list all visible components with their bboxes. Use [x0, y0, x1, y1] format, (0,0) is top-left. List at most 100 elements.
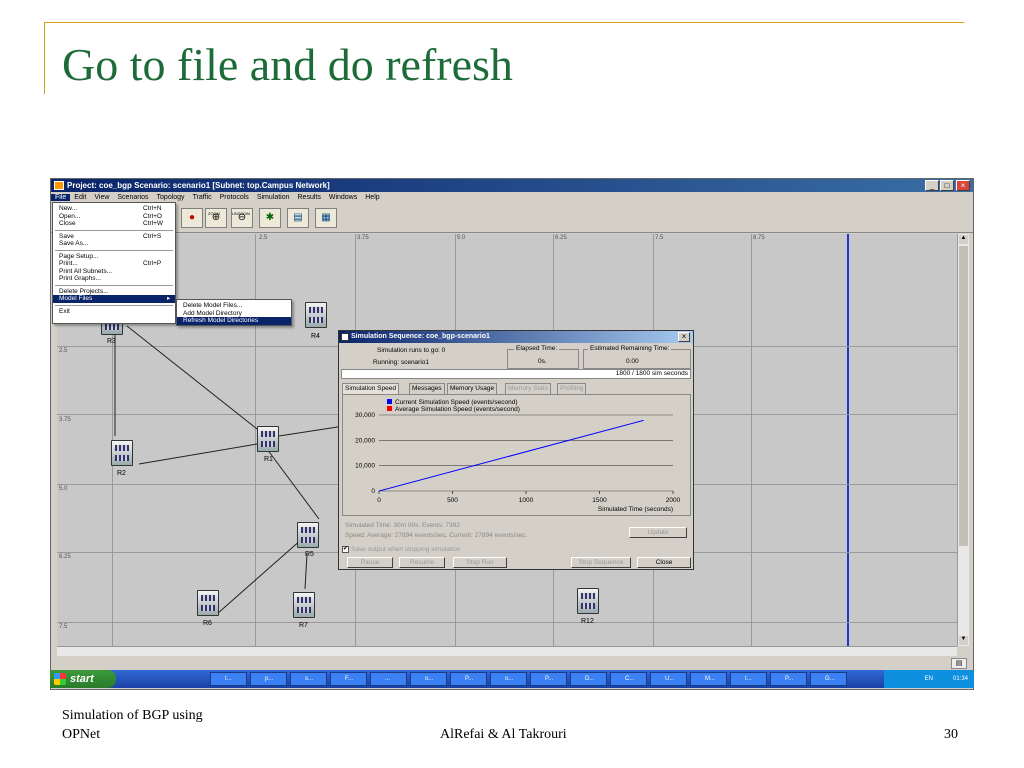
- menu-item-print-all-subnets[interactable]: Print All Subnets...: [53, 268, 175, 276]
- menu-results[interactable]: Results: [294, 194, 325, 201]
- menu-help[interactable]: Help: [361, 194, 383, 201]
- dialog-close-icon[interactable]: ×: [678, 332, 690, 342]
- taskbar-item[interactable]: o...: [410, 672, 447, 686]
- tab-messages[interactable]: Messages: [409, 383, 445, 394]
- taskbar-item[interactable]: D...: [570, 672, 607, 686]
- tab-simulation-speed[interactable]: Simulation Speed: [342, 383, 399, 394]
- menu-scenarios[interactable]: Scenarios: [113, 194, 152, 201]
- taskbar-item[interactable]: p...: [250, 672, 287, 686]
- menu-topology[interactable]: Topology: [153, 194, 189, 201]
- menu-view[interactable]: View: [90, 194, 113, 201]
- router-node-r6[interactable]: [197, 590, 219, 616]
- taskbar-item[interactable]: ...: [370, 672, 407, 686]
- failure-icon[interactable]: ●: [181, 208, 203, 228]
- menu-item-delete-projects[interactable]: Delete Projects...: [53, 288, 175, 296]
- menu-item-open[interactable]: Open... Ctrl+O: [53, 213, 175, 221]
- tab-memory-stats[interactable]: Memory Stats: [505, 383, 552, 394]
- stop-sequence-button[interactable]: Stop Sequence: [571, 557, 631, 568]
- taskbar-item[interactable]: s...: [290, 672, 327, 686]
- menu-traffic[interactable]: Traffic: [189, 194, 216, 201]
- save-output-checkbox[interactable]: ✔: [342, 546, 349, 553]
- remaining-group: Estimated Remaining Time: 0.00: [583, 345, 691, 369]
- x-axis-label: Simulated Time (seconds): [598, 506, 673, 513]
- node-label: R7: [299, 622, 308, 629]
- taskbar-item[interactable]: I...: [210, 672, 247, 686]
- footer-center: AlRefai & Al Takrouri: [440, 727, 567, 742]
- menu-item-page-setup[interactable]: Page Setup...: [53, 253, 175, 261]
- remaining-label: Estimated Remaining Time:: [588, 345, 672, 352]
- menu-item-label: Exit: [59, 307, 70, 315]
- menu-simulation[interactable]: Simulation: [253, 194, 294, 201]
- router-node-r1[interactable]: [257, 426, 279, 452]
- router-node-r4[interactable]: [305, 302, 327, 328]
- unzoom-icon[interactable]: UNZOOM ⊖: [231, 208, 253, 228]
- submenu-item-refresh-model-directories[interactable]: Refresh Model Directories: [177, 317, 291, 325]
- taskbar-item[interactable]: F...: [330, 672, 367, 686]
- accent-line-left: [44, 22, 45, 94]
- footer-left-line1: Simulation of BGP using: [62, 708, 203, 723]
- configure-sim-icon[interactable]: ✱: [259, 208, 281, 228]
- router-node-r5[interactable]: [297, 522, 319, 548]
- close-button[interactable]: Close: [637, 557, 691, 568]
- taskbar-item[interactable]: U...: [650, 672, 687, 686]
- menu-windows[interactable]: Windows: [325, 194, 361, 201]
- menu-item-save[interactable]: Save Ctrl+S: [53, 233, 175, 241]
- menu-item-shortcut: Ctrl+W: [143, 220, 164, 227]
- taskbar-item[interactable]: P...: [450, 672, 487, 686]
- submenu-item-delete-model-files[interactable]: Delete Model Files...: [177, 302, 291, 310]
- taskbar-item[interactable]: P...: [770, 672, 807, 686]
- menu-item-label: Save: [59, 232, 74, 240]
- toolbar: ● ZOOM ⊕ UNZOOM ⊖ ✱ ▤ ▦: [51, 203, 973, 233]
- web-report-icon[interactable]: ▦: [315, 208, 337, 228]
- update-button[interactable]: Update: [629, 527, 687, 538]
- tab-profiling[interactable]: Profiling: [557, 383, 587, 394]
- speed-chart: 0 10,000 20,000 30,000 0 500 1000 1500 2000 Simul…: [355, 399, 681, 513]
- menu-edit[interactable]: Edit: [70, 194, 90, 201]
- start-button[interactable]: start: [50, 670, 116, 688]
- maximize-icon[interactable]: □: [940, 180, 954, 191]
- taskbar-item[interactable]: P...: [530, 672, 567, 686]
- taskbar-item[interactable]: C...: [610, 672, 647, 686]
- language-indicator[interactable]: EN: [925, 676, 933, 682]
- scroll-up-icon[interactable]: ▲: [959, 235, 968, 244]
- taskbar-item[interactable]: o...: [490, 672, 527, 686]
- scroll-thumb[interactable]: [959, 246, 968, 546]
- menu-item-print-graphs[interactable]: Print Graphs...: [53, 275, 175, 283]
- tab-memory-usage[interactable]: Memory Usage: [447, 383, 498, 394]
- menu-item-label: Print All Subnets...: [59, 267, 113, 275]
- pause-button[interactable]: Pause: [347, 557, 393, 568]
- y-tick-label: 30,000: [355, 412, 375, 419]
- menu-item-model-files[interactable]: Model Files ▸: [53, 295, 175, 303]
- router-node-r2[interactable]: [111, 440, 133, 466]
- menu-protocols[interactable]: Protocols: [216, 194, 253, 201]
- node-label: R5: [305, 551, 314, 558]
- status-bar: ▤: [51, 657, 973, 671]
- submenu-item-add-model-directory[interactable]: Add Model Directory: [177, 310, 291, 318]
- horizontal-scrollbar[interactable]: [57, 646, 957, 656]
- menu-file[interactable]: File: [51, 194, 71, 201]
- router-node-r12[interactable]: [577, 588, 599, 614]
- stop-run-button[interactable]: Stop Run: [453, 557, 507, 568]
- taskbar-item[interactable]: G...: [810, 672, 847, 686]
- accent-line-top: [44, 22, 964, 23]
- node-label: R12: [581, 618, 594, 625]
- view-toggle-icon[interactable]: ▤: [951, 658, 967, 669]
- menu-separator: [55, 229, 173, 231]
- scroll-down-icon[interactable]: ▼: [959, 636, 968, 645]
- menu-item-close[interactable]: Close Ctrl+W: [53, 220, 175, 228]
- zoom-icon[interactable]: ZOOM ⊕: [205, 208, 227, 228]
- menu-item-save-as[interactable]: Save As...: [53, 240, 175, 248]
- taskbar-item[interactable]: M...: [690, 672, 727, 686]
- menu-item-exit[interactable]: Exit: [53, 308, 175, 316]
- taskbar-item[interactable]: I...: [730, 672, 767, 686]
- minimize-icon[interactable]: _: [925, 180, 939, 191]
- close-icon[interactable]: ×: [956, 180, 970, 191]
- menu-item-new[interactable]: New... Ctrl+N: [53, 205, 175, 213]
- file-menu: New... Ctrl+N Open... Ctrl+O Close Ctrl+W S…: [52, 202, 176, 324]
- router-node-r7[interactable]: [293, 592, 315, 618]
- view-results-icon[interactable]: ▤: [287, 208, 309, 228]
- menu-separator: [55, 284, 173, 286]
- resume-button[interactable]: Resume: [399, 557, 445, 568]
- menu-item-print[interactable]: Print... Ctrl+P: [53, 260, 175, 268]
- vertical-scrollbar[interactable]: ▲ ▼: [957, 234, 969, 646]
